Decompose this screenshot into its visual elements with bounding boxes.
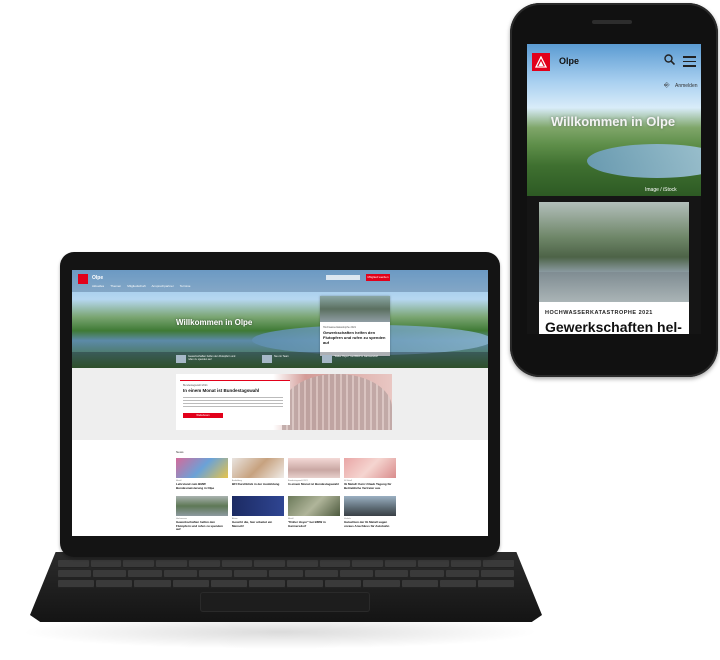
news-section-label: News <box>176 450 184 454</box>
laptop-site-header <box>72 270 488 292</box>
laptop-touchpad <box>200 592 370 612</box>
news-tile[interactable]: Verkehr Gutachten der IG Metall sagen vo… <box>344 496 396 530</box>
laptop-hero-title: Willkommen in Olpe <box>176 318 253 327</box>
news-title: IG Metall: Kein Urlaub Tagung für Betrie… <box>344 482 392 490</box>
teaser-thumb <box>322 355 332 363</box>
login-link[interactable]: Anmelden <box>675 83 698 89</box>
phone-article-card[interactable]: HOCHWASSERKATASTROPHE 2021 Gewerkschafte… <box>539 202 689 334</box>
feature-title[interactable]: In einem Monat ist Bundestagswahl <box>183 388 287 393</box>
teaser-text: "Roller Hoyer" bei BMW in Garmersdorf <box>334 355 378 358</box>
news-image <box>176 496 228 516</box>
laptop-main-nav: Aktuelles Themen Mitgliedschaft Ansprech… <box>92 284 190 288</box>
hamburger-menu-icon[interactable] <box>683 56 696 70</box>
teaser-thumb <box>262 355 272 363</box>
photo-credit: Image / iStock <box>645 187 677 193</box>
phone-hero-title: Willkommen in Olpe <box>551 114 676 129</box>
card-title[interactable]: Gewerkschaften helfen den Flutopfern und… <box>323 330 387 345</box>
news-image <box>288 496 340 516</box>
news-tile[interactable]: Aktion Gesicht die, hier arbeitet ein Me… <box>232 496 284 530</box>
news-image <box>232 458 284 478</box>
laptop-hero-card[interactable]: Hochwasserkatastrophe 2021 Gewerkschafte… <box>320 296 390 356</box>
laptop-screen: Olpe Aktuelles Themen Mitgliedschaft Ans… <box>72 270 488 536</box>
news-image <box>344 496 396 516</box>
phone-site-name[interactable]: Olpe <box>559 56 579 66</box>
news-tile[interactable]: Ausbildung BFI Durchblick in der Ausbild… <box>232 458 284 492</box>
igmetall-logo[interactable] <box>532 53 550 71</box>
card-kicker: Hochwasserkatastrophe 2021 <box>323 326 357 329</box>
nav-item[interactable]: Mitgliedschaft <box>127 284 145 288</box>
teaser-item[interactable]: Neu im Team <box>262 354 322 364</box>
card-title[interactable]: Gewerkschaften hel- <box>545 319 682 334</box>
news-title: Gewerkschaften helfen den Flutopfern und… <box>176 520 223 531</box>
news-tile[interactable]: Metall Lehrstand zum BMW Bundesmeisterun… <box>176 458 228 492</box>
news-title: "Roller Hoyer" bei BMW in Garmersdorf <box>288 520 326 528</box>
teaser-thumb <box>176 355 186 363</box>
news-title: Lehrstand zum BMW Bundesmeisterung in Ol… <box>176 482 215 490</box>
laptop-search-input[interactable] <box>326 275 360 280</box>
laptop-keyboard <box>58 560 515 588</box>
news-image <box>288 458 340 478</box>
feature-body-text <box>183 397 283 409</box>
news-tile[interactable]: IG Metall IG Metall: Kein Urlaub Tagung … <box>344 458 396 492</box>
feature-box: Bundestagswahl 2021 In einem Monat ist B… <box>180 380 290 425</box>
search-icon[interactable] <box>664 54 676 68</box>
news-grid: Metall Lehrstand zum BMW Bundesmeisterun… <box>176 458 396 531</box>
nav-item[interactable]: Ansprechpartner <box>152 284 174 288</box>
teaser-item[interactable]: "Roller Hoyer" bei BMW in Garmersdorf <box>322 354 382 364</box>
phone-screen: Olpe ⎆ Anmelden Willkommen in Olpe Image… <box>527 44 701 334</box>
join-button[interactable]: Mitglied werden <box>366 274 390 281</box>
news-title: Gesicht die, hier arbeitet ein Mensch! <box>232 520 273 528</box>
news-title: In einem Monat ist Bundestagswahl <box>288 482 339 486</box>
teaser-text: Neu im Team <box>274 355 289 358</box>
nav-item[interactable]: Themen <box>110 284 121 288</box>
teaser-item[interactable]: Gewerkschaften helfen den Flutopfern und… <box>176 354 236 364</box>
nav-item[interactable]: Termine <box>180 284 191 288</box>
news-tile[interactable]: Metall "Roller Hoyer" bei BMW in Garmers… <box>288 496 340 530</box>
news-title: BFI Durchblick in der Ausbildung <box>232 482 280 486</box>
nav-item[interactable]: Aktuelles <box>92 284 104 288</box>
laptop-site-name[interactable]: Olpe <box>92 275 103 281</box>
news-tile[interactable]: Bundestagswahl 2021 In einem Monat ist B… <box>288 458 340 492</box>
flood-image <box>320 296 390 322</box>
flood-water <box>539 272 689 302</box>
phone-speaker <box>592 20 632 24</box>
login-icon[interactable]: ⎆ <box>664 82 670 90</box>
news-image <box>232 496 284 516</box>
news-image <box>176 458 228 478</box>
card-kicker: HOCHWASSERKATASTROPHE 2021 <box>545 310 653 316</box>
logo-triangle-icon <box>535 56 547 68</box>
news-image <box>344 458 396 478</box>
news-title: Gutachten der IG Metall sagen voraus Ans… <box>344 520 390 528</box>
igmetall-logo[interactable] <box>78 274 88 284</box>
feature-kicker: Bundestagswahl 2021 <box>183 384 208 387</box>
feature-read-more-button[interactable]: Weiterlesen <box>183 413 223 418</box>
news-tile[interactable]: Hochwasser Gewerkschaften helfen den Flu… <box>176 496 228 531</box>
teaser-text: Gewerkschaften helfen den Flutopfern und… <box>188 355 236 361</box>
